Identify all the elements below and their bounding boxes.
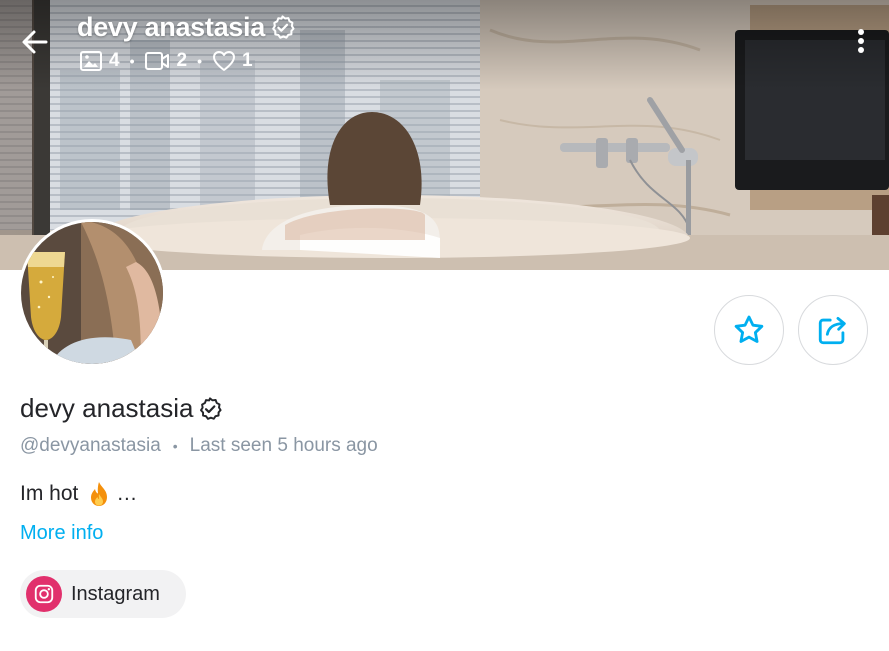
verified-badge-icon bbox=[272, 15, 295, 39]
stat-separator: • bbox=[129, 53, 135, 69]
fire-emoji-icon bbox=[91, 482, 108, 506]
stat-likes-count: 1 bbox=[241, 50, 253, 71]
social-link-instagram[interactable]: Instagram bbox=[20, 570, 186, 618]
stat-separator: • bbox=[197, 53, 202, 69]
header-stats: 4 • 2 • 1 bbox=[79, 50, 253, 72]
star-icon bbox=[734, 315, 764, 343]
stat-photos-count: 4 bbox=[109, 50, 120, 71]
avatar[interactable] bbox=[18, 219, 166, 367]
stat-videos-count: 2 bbox=[176, 50, 188, 71]
profile-name: devy anastasia bbox=[20, 393, 223, 424]
stat-videos: 2 bbox=[144, 50, 187, 72]
profile-meta: @devyanastasia • Last seen 5 hours ago bbox=[20, 435, 378, 457]
add-to-favorites-button[interactable] bbox=[714, 295, 784, 365]
header-title: devy anastasia bbox=[77, 12, 296, 43]
stat-photos: 4 bbox=[79, 50, 120, 72]
social-link-label: Instagram bbox=[71, 582, 160, 605]
bio-ellipsis: … bbox=[116, 482, 138, 505]
meta-separator: • bbox=[172, 438, 178, 454]
avatar-photo bbox=[21, 222, 163, 364]
more-info-link[interactable]: More info bbox=[20, 522, 103, 545]
username: @devyanastasia bbox=[20, 435, 161, 456]
display-name: devy anastasia bbox=[20, 393, 194, 423]
profile-bio: Im hot … bbox=[20, 481, 137, 507]
verified-badge-icon bbox=[200, 396, 223, 420]
back-button[interactable] bbox=[16, 24, 56, 60]
video-icon bbox=[145, 52, 170, 70]
heart-icon bbox=[212, 51, 235, 71]
last-seen: Last seen 5 hours ago bbox=[189, 435, 378, 456]
stat-likes: 1 bbox=[212, 50, 253, 72]
share-button[interactable] bbox=[798, 295, 868, 365]
kebab-menu-icon bbox=[858, 29, 864, 53]
share-icon bbox=[818, 316, 846, 345]
back-arrow-icon bbox=[22, 30, 48, 54]
header-name: devy anastasia bbox=[77, 12, 265, 42]
instagram-icon bbox=[26, 576, 62, 612]
more-options-button[interactable] bbox=[848, 26, 874, 58]
bio-text: Im hot bbox=[20, 482, 79, 505]
image-icon bbox=[80, 51, 102, 71]
